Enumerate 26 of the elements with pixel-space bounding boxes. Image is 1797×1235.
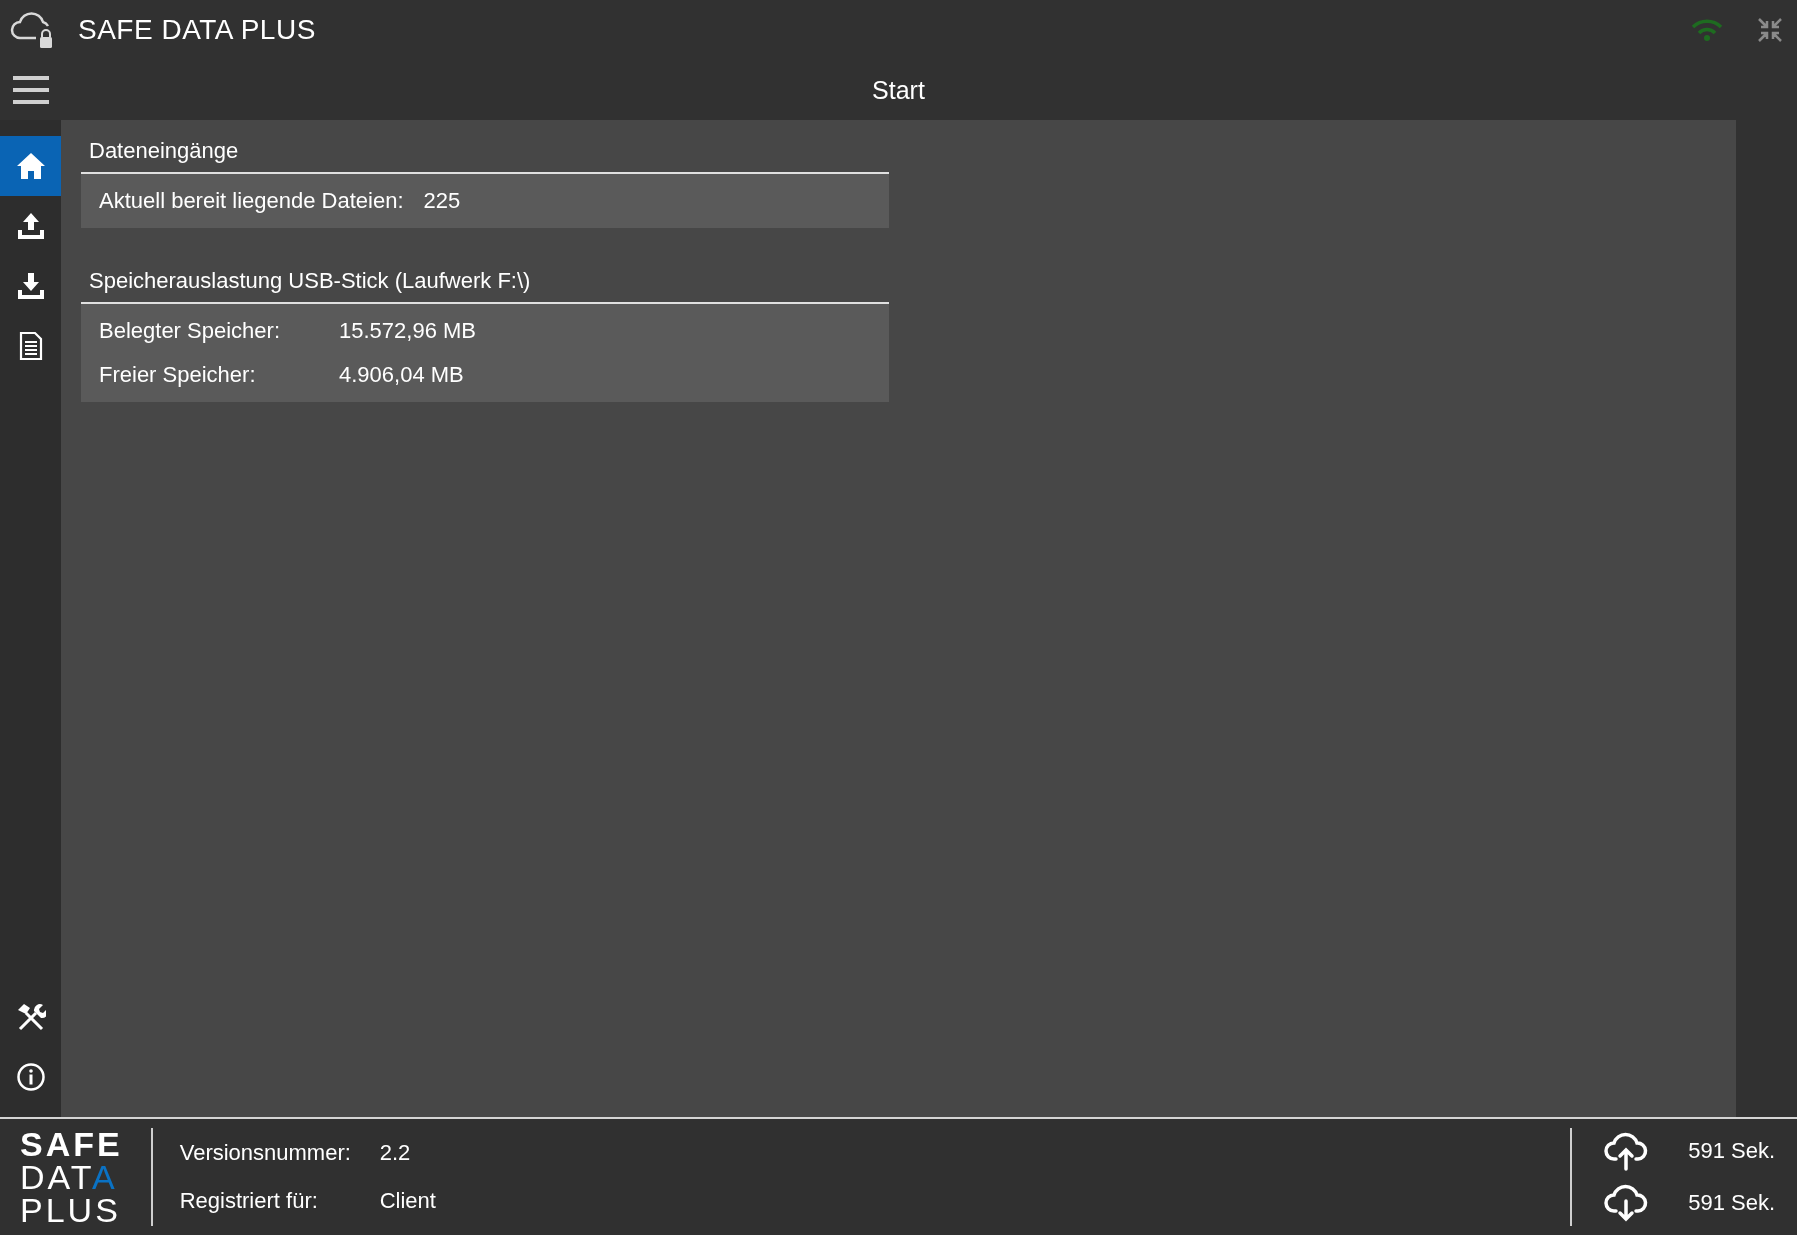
document-icon — [17, 331, 44, 361]
wifi-icon — [1691, 18, 1723, 42]
info-icon — [15, 1062, 46, 1092]
field-label: Freier Speicher: — [99, 362, 257, 388]
field-value: 225 — [423, 188, 461, 214]
info-label: Versionsnummer: — [179, 1140, 352, 1166]
app-title: SAFE DATA PLUS — [78, 14, 316, 46]
home-icon — [15, 152, 46, 180]
info-label: Registriert für: — [179, 1188, 319, 1214]
field-value: 15.572,96 MB — [339, 318, 476, 344]
timer-value: 591 Sek. — [1688, 1190, 1775, 1216]
cloud-lock-icon — [10, 10, 54, 50]
timer-value: 591 Sek. — [1688, 1138, 1775, 1164]
logo: SAFE DATA PLUS — [20, 1127, 124, 1227]
cloud-upload-icon — [1604, 1131, 1649, 1171]
download-tray-icon — [15, 271, 46, 301]
info-value: Client — [379, 1188, 436, 1214]
sidebar-item[interactable] — [0, 136, 61, 196]
field-label: Belegter Speicher: — [99, 318, 281, 344]
field-label: Aktuell bereit liegende Dateien: — [99, 188, 405, 214]
collapse-icon[interactable] — [1757, 17, 1783, 43]
page-title: Start — [872, 75, 925, 105]
upload-tray-icon — [15, 211, 46, 241]
info-value: 2.2 — [379, 1140, 412, 1166]
field-value: 4.906,04 MB — [339, 362, 464, 388]
cloud-download-icon — [1604, 1183, 1649, 1223]
